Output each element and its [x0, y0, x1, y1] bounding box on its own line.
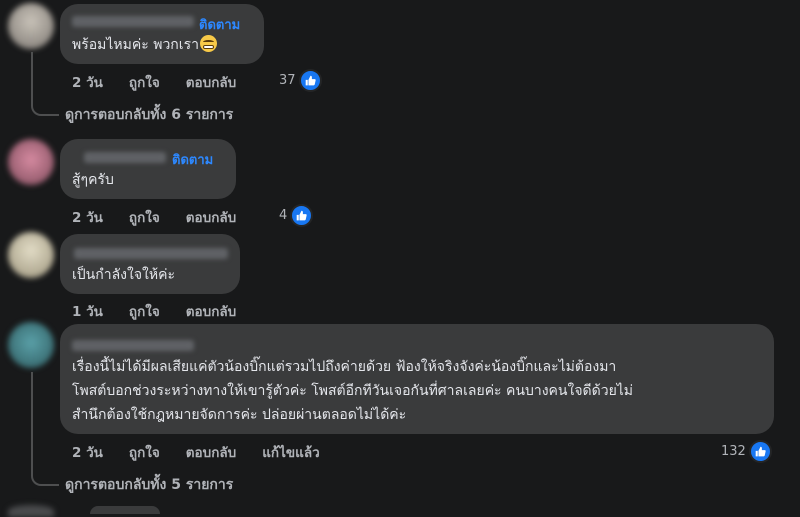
comment-text-line: โพสต์บอกช่วงระหว่างทางให้เขารู้ตัวค่ะ โพ…: [72, 383, 634, 399]
view-replies-link[interactable]: ดูการตอบกลับทั้ง 5 รายการ: [65, 474, 233, 496]
comment-text: พร้อมไหมค่ะ พวกเรา: [72, 34, 217, 57]
reply-thread-line: [31, 372, 33, 422]
comment-text: เป็นกำลังใจให้ค่ะ: [72, 267, 175, 283]
comment-text-line: เรื่องนี้ไม่ได้มีผลเสียแค่ตัวน้องบิ๊กแต่…: [72, 359, 617, 375]
like-button[interactable]: ถูกใจ: [129, 210, 160, 226]
commenter-name[interactable]: [74, 248, 228, 259]
timestamp-link[interactable]: 1 วัน: [72, 304, 103, 320]
comment-bubble: เป็นกำลังใจให้ค่ะ: [60, 234, 240, 294]
reply-button[interactable]: ตอบกลับ: [186, 75, 236, 91]
reply-thread-line: [31, 420, 59, 486]
comment-bubble: ติดตาม สู้ๆครับ: [60, 139, 236, 199]
follow-button[interactable]: ติดตาม: [172, 149, 213, 170]
commenter-name[interactable]: [72, 340, 194, 351]
follow-button[interactable]: ติดตาม: [199, 14, 240, 35]
comment-actions: 1 วัน ถูกใจ ตอบกลับ: [72, 300, 262, 322]
comment-actions: 2 วัน ถูกใจ ตอบกลับ: [72, 71, 262, 93]
timestamp-link[interactable]: 2 วัน: [72, 210, 103, 226]
reaction-count-number: 4: [279, 208, 288, 223]
avatar[interactable]: [8, 3, 54, 49]
comment-bubble: ติดตาม พร้อมไหมค่ะ พวกเรา: [60, 4, 264, 64]
avatar[interactable]: [8, 322, 54, 368]
reply-button[interactable]: ตอบกลับ: [186, 210, 236, 226]
avatar[interactable]: [8, 232, 54, 278]
like-reaction-icon: [748, 440, 772, 463]
comment-bubble: เรื่องนี้ไม่ได้มีผลเสียแค่ตัวน้องบิ๊กแต่…: [60, 324, 774, 434]
comment-bubble: [90, 506, 160, 514]
grimacing-emoji-icon: [199, 35, 217, 52]
avatar[interactable]: [8, 505, 54, 517]
comment-text-content: พร้อมไหมค่ะ พวกเรา: [72, 37, 199, 53]
like-reaction-icon: [290, 204, 314, 227]
comment-actions: 2 วัน ถูกใจ ตอบกลับ แก้ไขแล้ว: [72, 441, 346, 463]
reaction-count-number: 37: [279, 73, 296, 88]
like-button[interactable]: ถูกใจ: [129, 304, 160, 320]
comment-text-line: สำนึกต้องใช้กฎหมายจัดการค่ะ ปล่อยผ่านตลอ…: [72, 407, 407, 423]
comment-actions: 2 วัน ถูกใจ ตอบกลับ: [72, 206, 262, 228]
timestamp-link[interactable]: 2 วัน: [72, 445, 103, 461]
comment-text: สู้ๆครับ: [72, 172, 114, 188]
reaction-count[interactable]: 132: [721, 440, 772, 463]
commenter-name[interactable]: [72, 16, 194, 27]
avatar[interactable]: [8, 139, 54, 185]
reply-thread-line: [31, 52, 59, 116]
reply-button[interactable]: ตอบกลับ: [186, 304, 236, 320]
reaction-count[interactable]: 37: [279, 69, 322, 92]
timestamp-link[interactable]: 2 วัน: [72, 75, 103, 91]
reply-button[interactable]: ตอบกลับ: [186, 445, 236, 461]
edited-label: แก้ไขแล้ว: [262, 445, 320, 461]
like-reaction-icon: [298, 69, 322, 92]
view-replies-link[interactable]: ดูการตอบกลับทั้ง 6 รายการ: [65, 104, 233, 126]
reaction-count[interactable]: 4: [279, 204, 314, 227]
reaction-count-number: 132: [721, 444, 746, 459]
like-button[interactable]: ถูกใจ: [129, 445, 160, 461]
like-button[interactable]: ถูกใจ: [129, 75, 160, 91]
commenter-name[interactable]: [84, 152, 166, 163]
